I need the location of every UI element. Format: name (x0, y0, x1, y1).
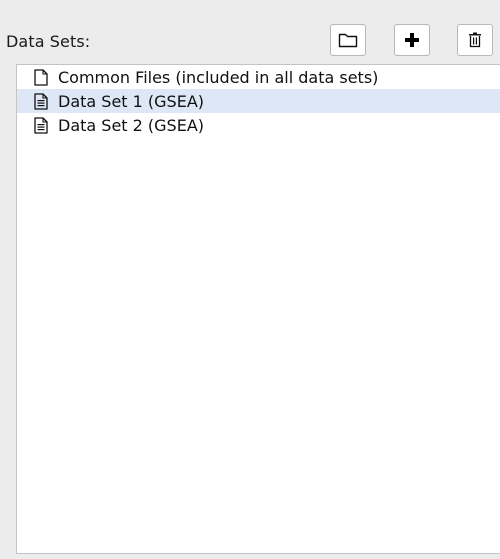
text-file-icon (33, 92, 49, 110)
data-sets-list[interactable]: Common Files (included in all data sets)… (16, 64, 500, 554)
list-item-data-set-1[interactable]: Data Set 1 (GSEA) (17, 89, 500, 113)
plus-icon (404, 32, 420, 48)
trash-icon (468, 32, 482, 48)
new-folder-button[interactable] (330, 24, 366, 56)
list-item-label: Data Set 1 (GSEA) (58, 91, 205, 111)
data-sets-panel: Data Sets: Common Files (included in all… (0, 0, 500, 559)
blank-file-icon (33, 68, 49, 86)
list-item-label: Common Files (included in all data sets) (58, 67, 379, 87)
add-button[interactable] (394, 24, 430, 56)
folder-icon (338, 32, 358, 48)
text-file-icon (33, 116, 49, 134)
data-sets-label: Data Sets: (6, 32, 91, 51)
list-item-data-set-2[interactable]: Data Set 2 (GSEA) (17, 113, 500, 137)
list-item-common-files[interactable]: Common Files (included in all data sets) (17, 65, 500, 89)
list-item-label: Data Set 2 (GSEA) (58, 115, 205, 135)
delete-button[interactable] (457, 24, 493, 56)
